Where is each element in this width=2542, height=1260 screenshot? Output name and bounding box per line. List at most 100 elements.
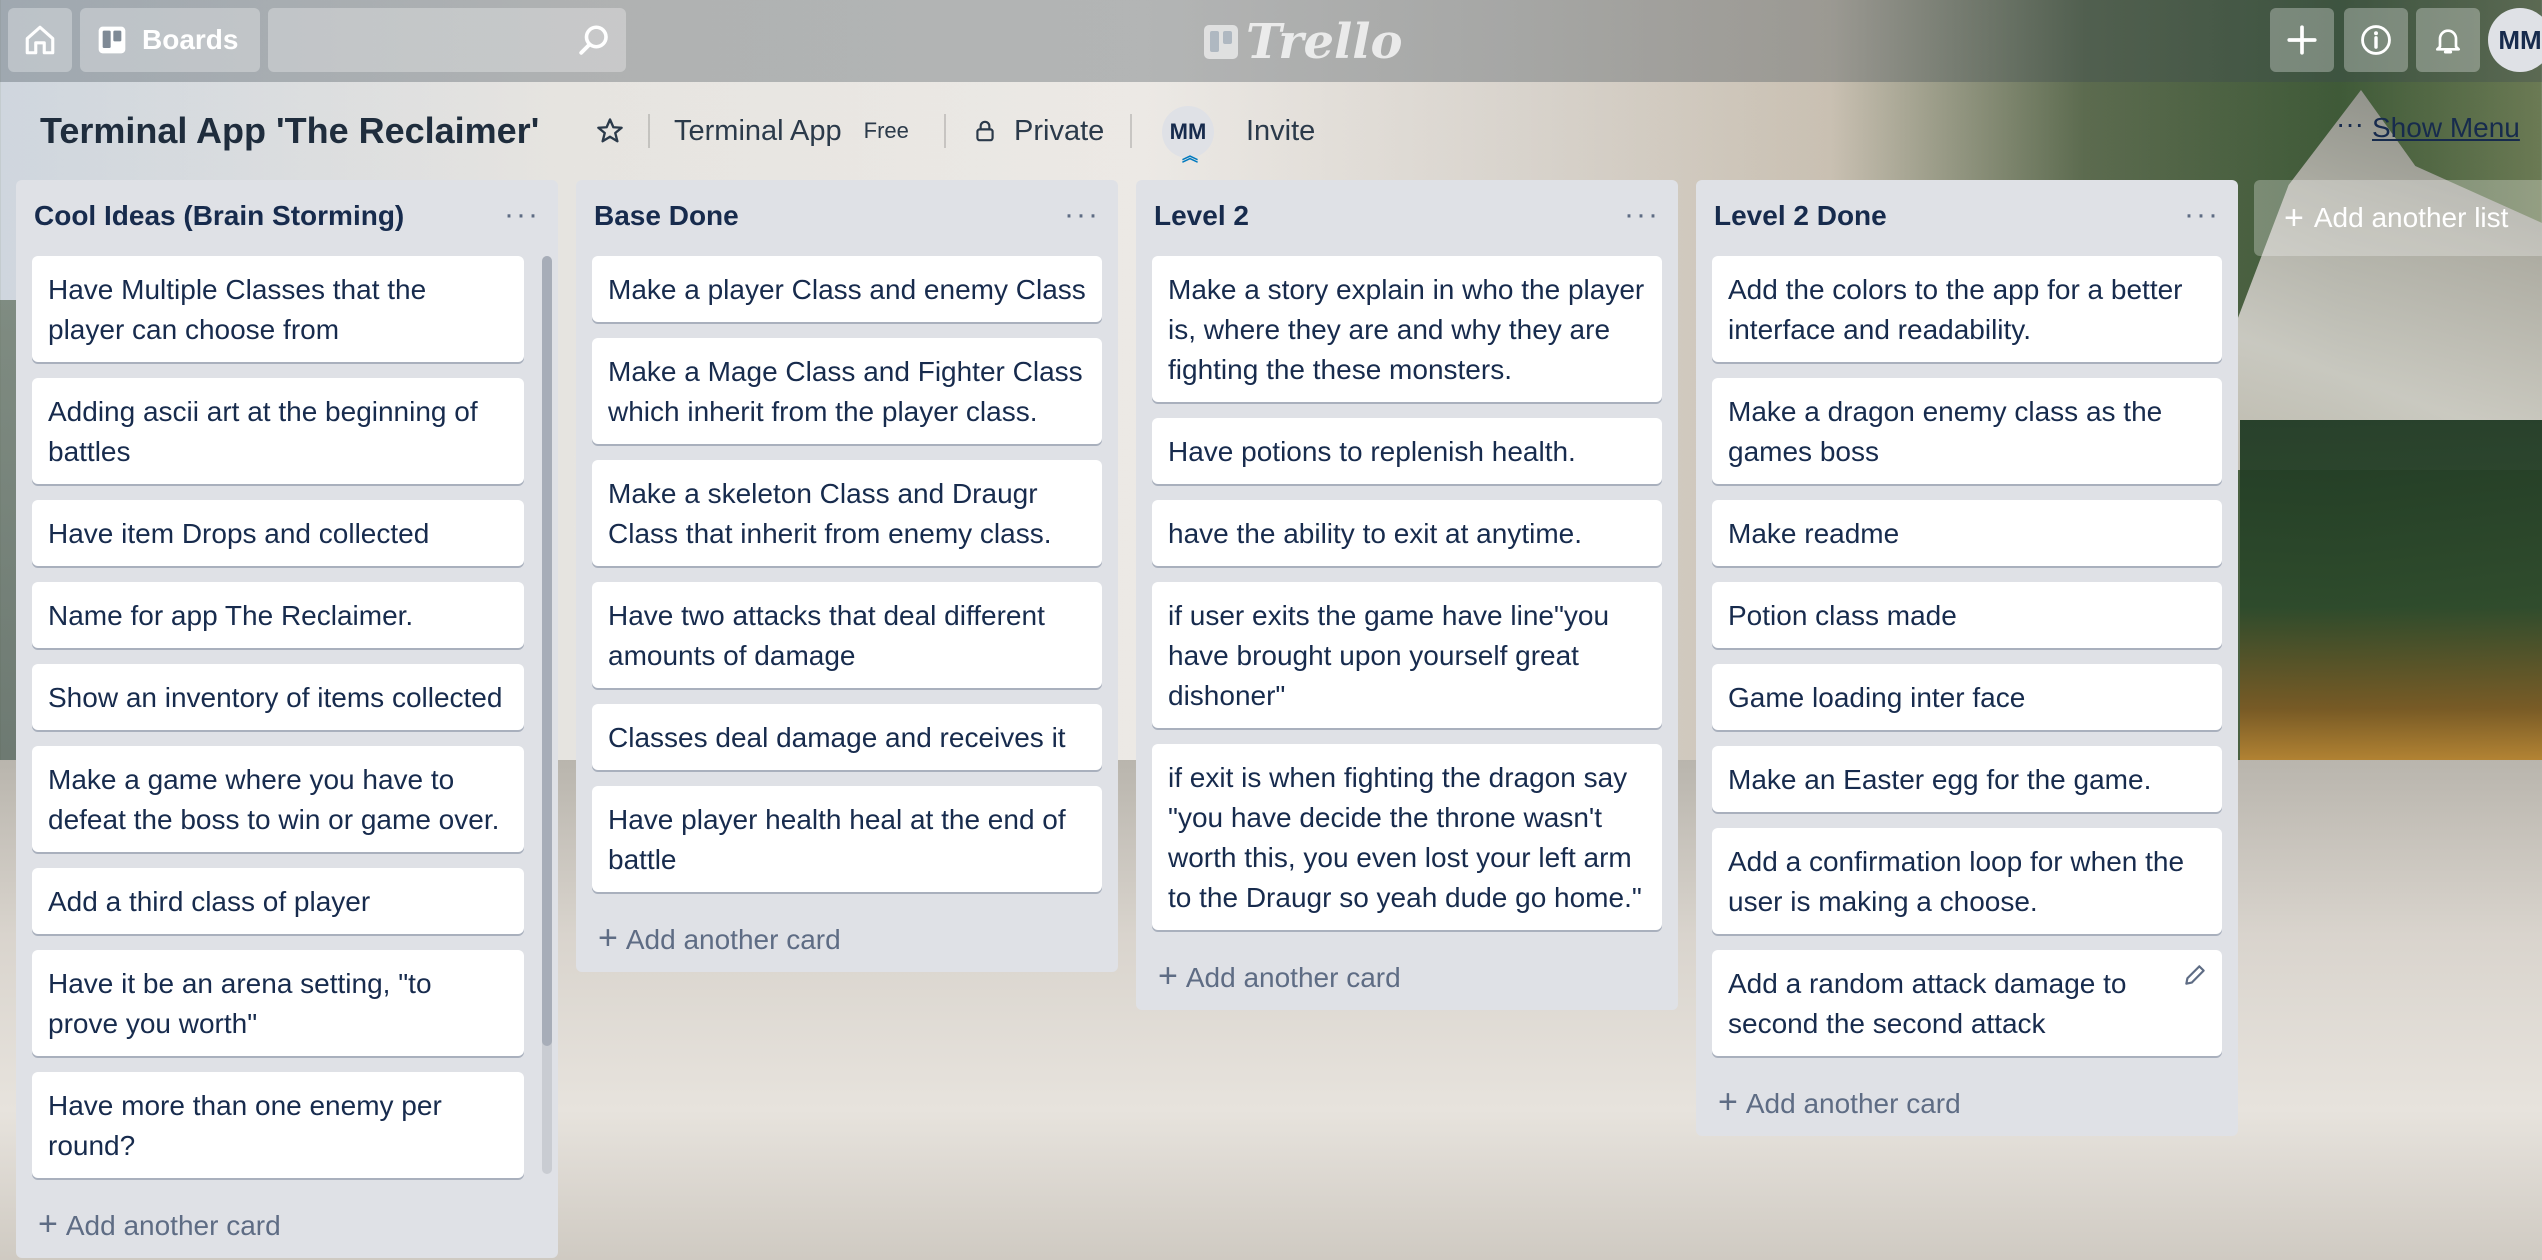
card[interactable]: Have potions to replenish health. (1152, 418, 1662, 484)
show-menu-button[interactable]: Show Menu (2372, 112, 2520, 144)
more-icon: ··· (2336, 108, 2364, 139)
add-card-button[interactable]: + Add another card (1696, 1072, 2238, 1136)
list-menu-icon[interactable]: ··· (2184, 198, 2220, 232)
card[interactable]: if exit is when fighting the dragon say … (1152, 744, 1662, 930)
invite-label: Invite (1246, 114, 1316, 147)
list-title[interactable]: Base Done (594, 200, 739, 232)
card[interactable]: Add a third class of player (32, 868, 524, 934)
card[interactable]: Have two attacks that deal different amo… (592, 582, 1102, 688)
search-bar[interactable] (268, 8, 626, 72)
lock-icon (976, 120, 994, 142)
member-avatar[interactable]: MM ︽ (1162, 106, 1214, 165)
top-navigation-bar: Boards Trello MM (0, 0, 2542, 82)
add-card-button[interactable]: + Add another card (1136, 946, 1678, 1010)
add-list-label: Add another list (2313, 202, 2509, 233)
list-cool-ideas: Cool Ideas (Brain Storming) ··· Have Mul… (16, 180, 558, 1258)
boards-label: Boards (142, 24, 239, 55)
card[interactable]: Make a Mage Class and Fighter Class whic… (592, 338, 1102, 444)
list-header[interactable]: Cool Ideas (Brain Storming) ··· (16, 180, 558, 256)
plus-icon: + (2284, 198, 2304, 237)
visibility-button[interactable]: Private (972, 106, 1104, 156)
card[interactable]: Make an Easter egg for the game. (1712, 746, 2222, 812)
card[interactable]: Make readme (1712, 500, 2222, 566)
plus-icon: + (1158, 956, 1178, 995)
list-menu-icon[interactable]: ··· (1624, 198, 1660, 232)
team-button[interactable]: Terminal App Free (674, 106, 909, 156)
admin-chevron-icon: ︽ (1182, 148, 1199, 165)
list-scrollbar-thumb[interactable] (542, 256, 552, 1046)
card[interactable]: Game loading inter face (1712, 664, 2222, 730)
card[interactable]: Show an inventory of items collected (32, 664, 524, 730)
card[interactable]: if user exits the game have line"you hav… (1152, 582, 1662, 728)
header-divider (1130, 114, 1132, 148)
logo-text: Trello (1246, 14, 1403, 70)
add-card-label: Add another card (65, 1210, 281, 1241)
info-button[interactable] (2344, 8, 2408, 72)
info-icon (2361, 25, 2391, 55)
invite-button[interactable]: Invite (1246, 106, 1315, 156)
trello-logo[interactable]: Trello (1204, 14, 1403, 70)
card[interactable]: Add the colors to the app for a better i… (1712, 256, 2222, 362)
add-card-label: Add another card (1185, 962, 1401, 993)
plus-icon (2287, 25, 2317, 55)
visibility-label: Private (1014, 114, 1105, 147)
plus-icon: + (1718, 1082, 1738, 1121)
boards-button[interactable]: Boards (80, 8, 260, 72)
card[interactable]: Adding ascii art at the beginning of bat… (32, 378, 524, 484)
add-card-label: Add another card (625, 924, 841, 955)
create-button[interactable] (2270, 8, 2334, 72)
list-header[interactable]: Base Done ··· (576, 180, 1118, 256)
star-button[interactable] (588, 106, 632, 156)
edit-pencil-icon[interactable] (2182, 962, 2208, 988)
home-button[interactable] (8, 8, 72, 72)
card[interactable]: Have more than one enemy per round? (32, 1072, 524, 1178)
add-list-button[interactable]: + Add another list (2254, 180, 2542, 256)
card[interactable]: Classes deal damage and receives it (592, 704, 1102, 770)
plus-icon: + (598, 918, 618, 957)
card-hovered[interactable]: Add a random attack damage to second the… (1712, 950, 2222, 1056)
board-title[interactable]: Terminal App 'The Reclaimer' (22, 106, 557, 156)
card[interactable]: Have Multiple Classes that the player ca… (32, 256, 524, 362)
add-card-button[interactable]: + Add another card (576, 908, 1118, 972)
background-forest (2240, 420, 2542, 760)
list-title[interactable]: Level 2 Done (1714, 200, 1887, 232)
list-base-done: Base Done ··· Make a player Class and en… (576, 180, 1118, 972)
header-divider (648, 114, 650, 148)
list-header[interactable]: Level 2 Done ··· (1696, 180, 2238, 256)
list-title[interactable]: Cool Ideas (Brain Storming) (34, 200, 404, 232)
team-name: Terminal App (674, 114, 842, 147)
card-text: Add a random attack damage to second the… (1728, 968, 2127, 1039)
boards-icon (98, 26, 126, 54)
card[interactable]: Potion class made (1712, 582, 2222, 648)
list-menu-icon[interactable]: ··· (1064, 198, 1100, 232)
card[interactable]: have the ability to exit at anytime. (1152, 500, 1662, 566)
bell-icon (2436, 29, 2460, 54)
card[interactable]: Make a player Class and enemy Class (592, 256, 1102, 322)
free-badge: Free (863, 118, 909, 143)
card[interactable]: Name for app The Reclaimer. (32, 582, 524, 648)
search-icon[interactable] (576, 22, 612, 58)
card-list: Add the colors to the app for a better i… (1696, 256, 2238, 1056)
card-list: Make a story explain in who the player i… (1136, 256, 1678, 930)
notifications-button[interactable] (2416, 8, 2480, 72)
star-icon (597, 118, 623, 143)
list-level-2: Level 2 ··· Make a story explain in who … (1136, 180, 1678, 1010)
card-list: Have Multiple Classes that the player ca… (16, 256, 558, 1178)
list-title[interactable]: Level 2 (1154, 200, 1249, 232)
search-input[interactable] (282, 8, 566, 70)
trello-logo-icon (1204, 25, 1238, 59)
add-card-button[interactable]: + Add another card (16, 1194, 558, 1258)
card-list: Make a player Class and enemy Class Make… (576, 256, 1118, 892)
card[interactable]: Have item Drops and collected (32, 500, 524, 566)
card[interactable]: Make a story explain in who the player i… (1152, 256, 1662, 402)
card[interactable]: Make a game where you have to defeat the… (32, 746, 524, 852)
card[interactable]: Add a confirmation loop for when the use… (1712, 828, 2222, 934)
card[interactable]: Have it be an arena setting, "to prove y… (32, 950, 524, 1056)
list-menu-icon[interactable]: ··· (504, 198, 540, 232)
list-header[interactable]: Level 2 ··· (1136, 180, 1678, 256)
user-avatar[interactable]: MM (2488, 8, 2542, 72)
add-card-label: Add another card (1745, 1088, 1961, 1119)
card[interactable]: Make a dragon enemy class as the games b… (1712, 378, 2222, 484)
card[interactable]: Make a skeleton Class and Draugr Class t… (592, 460, 1102, 566)
card[interactable]: Have player health heal at the end of ba… (592, 786, 1102, 892)
